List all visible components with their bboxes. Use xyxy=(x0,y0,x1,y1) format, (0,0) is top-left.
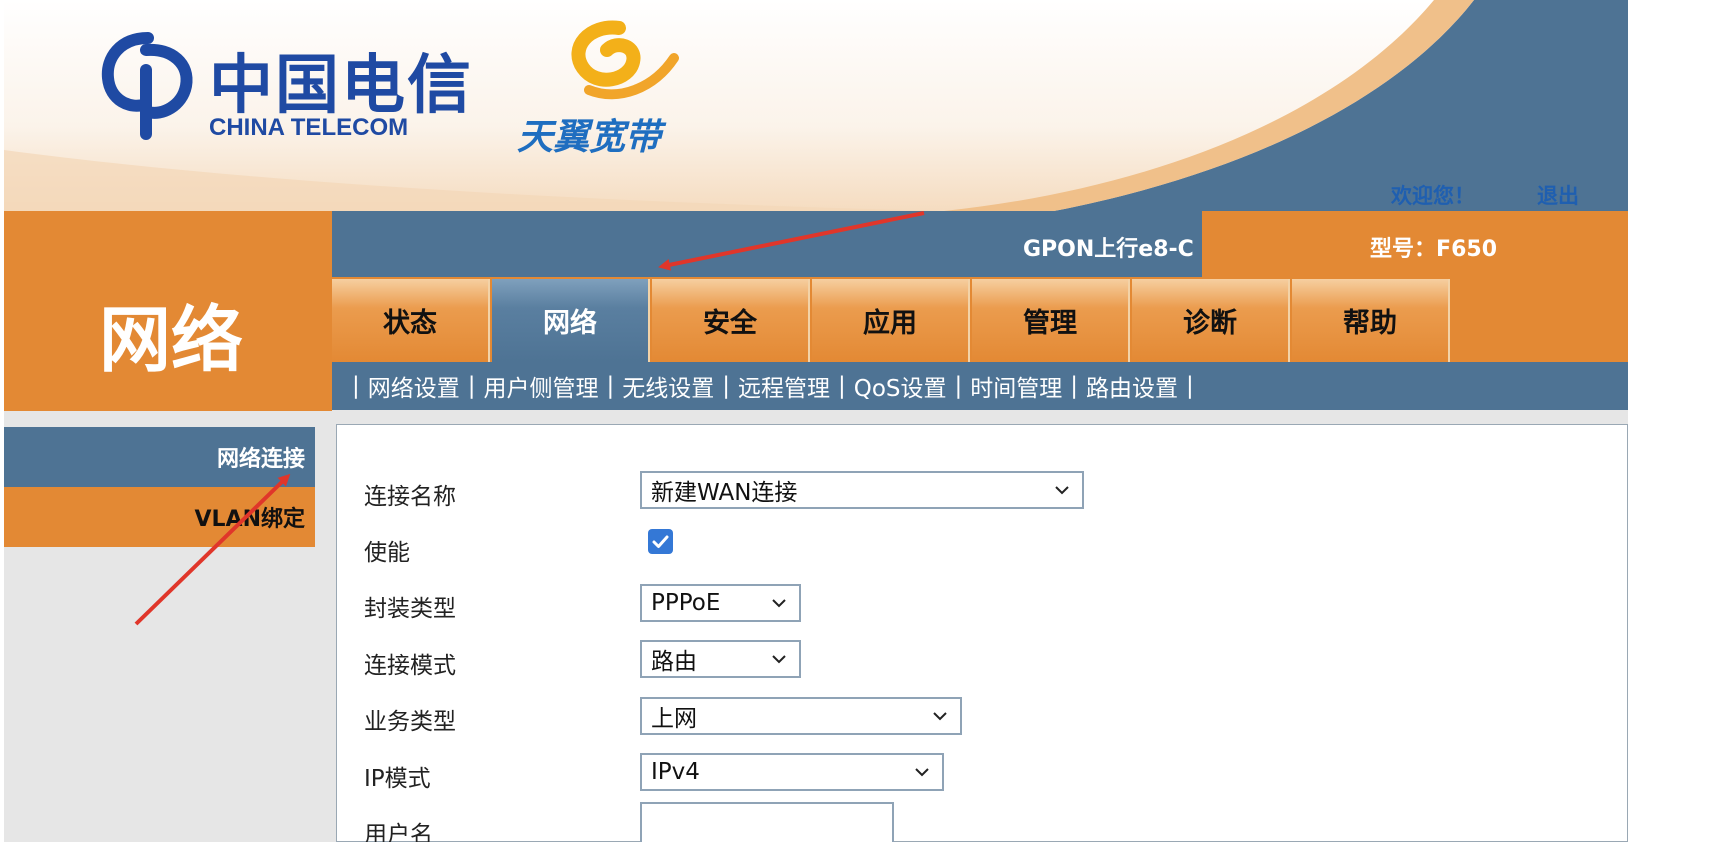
connection-name-value: 新建WAN连接 xyxy=(651,480,798,506)
tab-status[interactable]: 状态 xyxy=(332,279,490,362)
submenu-separator: | xyxy=(1186,373,1194,399)
connection-name-label: 连接名称 xyxy=(364,484,456,510)
submenu-time-management[interactable]: 时间管理 xyxy=(970,369,1062,403)
submenu-separator: | xyxy=(722,373,730,399)
encapsulation-label: 封装类型 xyxy=(364,596,456,622)
username-label: 用户名 xyxy=(364,822,433,842)
header-banner: 中国电信 CHINA TELECOM 天翼宽带 欢迎您！ 退出 xyxy=(4,0,1628,211)
service-type-label: 业务类型 xyxy=(364,709,456,735)
wan-config-form: 连接名称 新建WAN连接 使能 封装类型 PPPoE 连接模式 路由 业务类型 … xyxy=(336,424,1628,842)
brand-text: 天翼宽带 xyxy=(517,117,662,158)
enable-checkbox[interactable] xyxy=(648,529,673,554)
submenu-separator: | xyxy=(954,373,963,399)
model-text: 型号：F650 xyxy=(1370,237,1497,262)
logo-chinese-text: 中国电信 xyxy=(209,48,473,123)
submenu-separator: | xyxy=(1070,373,1079,399)
main-tab-strip: 状态 网络 安全 应用 管理 诊断 帮助 xyxy=(332,277,1628,362)
checkmark-icon xyxy=(652,535,669,548)
submenu-separator: | xyxy=(467,373,476,399)
welcome-text: 欢迎您！ xyxy=(1391,184,1475,208)
logo-english-text: CHINA TELECOM xyxy=(209,114,409,141)
username-input[interactable] xyxy=(640,802,894,842)
submenu-qos-settings[interactable]: QoS设置 xyxy=(854,369,947,403)
left-menu-vlan-binding[interactable]: VLAN绑定 xyxy=(4,487,315,547)
china-telecom-logo-icon xyxy=(101,32,193,140)
submenu-wireless-settings[interactable]: 无线设置 xyxy=(622,369,714,403)
connection-mode-value: 路由 xyxy=(651,649,697,675)
ip-mode-select[interactable]: IPv4 xyxy=(640,753,944,791)
tab-network[interactable]: 网络 xyxy=(492,279,650,362)
tab-application[interactable]: 应用 xyxy=(812,279,970,362)
submenu-separator: | xyxy=(606,373,615,399)
service-type-value: 上网 xyxy=(651,706,697,732)
ip-mode-label: IP模式 xyxy=(364,766,431,792)
connection-name-select[interactable]: 新建WAN连接 xyxy=(640,471,1084,509)
sub-menu-bar: | 网络设置 | 用户侧管理 | 无线设置 | 远程管理 | QoS设置 | 时… xyxy=(332,362,1628,410)
submenu-separator: | xyxy=(838,373,846,399)
submenu-lan-management[interactable]: 用户侧管理 xyxy=(484,369,599,403)
encapsulation-select[interactable]: PPPoE xyxy=(640,584,801,622)
device-info-bar: GPON上行e8-C 型号：F650 xyxy=(332,211,1628,277)
submenu-separator: | xyxy=(352,373,360,399)
encapsulation-value: PPPoE xyxy=(651,590,721,616)
ip-mode-value: IPv4 xyxy=(651,759,700,785)
tab-diagnosis[interactable]: 诊断 xyxy=(1132,279,1290,362)
submenu-network-settings[interactable]: 网络设置 xyxy=(368,369,460,403)
router-admin-page: 中国电信 CHINA TELECOM 天翼宽带 欢迎您！ 退出 网络 GPON上… xyxy=(4,0,1628,842)
left-side-menu: 网络连接 VLAN绑定 xyxy=(4,427,315,547)
tab-management[interactable]: 管理 xyxy=(972,279,1130,362)
connection-mode-label: 连接模式 xyxy=(364,653,456,679)
section-title-block: 网络 xyxy=(4,211,332,411)
chevron-down-icon xyxy=(772,599,786,608)
model-box: 型号：F650 xyxy=(1202,211,1628,277)
tianyi-brand-swirl-icon xyxy=(571,20,679,100)
chevron-down-icon xyxy=(772,655,786,664)
submenu-remote-management[interactable]: 远程管理 xyxy=(738,369,830,403)
tab-help[interactable]: 帮助 xyxy=(1292,279,1450,362)
chevron-down-icon xyxy=(933,712,947,721)
enable-label: 使能 xyxy=(364,540,410,566)
service-type-select[interactable]: 上网 xyxy=(640,697,962,735)
section-title: 网络 xyxy=(99,298,244,382)
logout-link[interactable]: 退出 xyxy=(1537,180,1579,210)
chevron-down-icon xyxy=(915,768,929,777)
connection-mode-select[interactable]: 路由 xyxy=(640,640,801,678)
left-menu-network-connection[interactable]: 网络连接 xyxy=(4,427,315,487)
submenu-route-settings[interactable]: 路由设置 xyxy=(1086,369,1178,403)
chevron-down-icon xyxy=(1055,486,1069,495)
device-line-text: GPON上行e8-C xyxy=(1023,237,1194,262)
tab-security[interactable]: 安全 xyxy=(652,279,810,362)
